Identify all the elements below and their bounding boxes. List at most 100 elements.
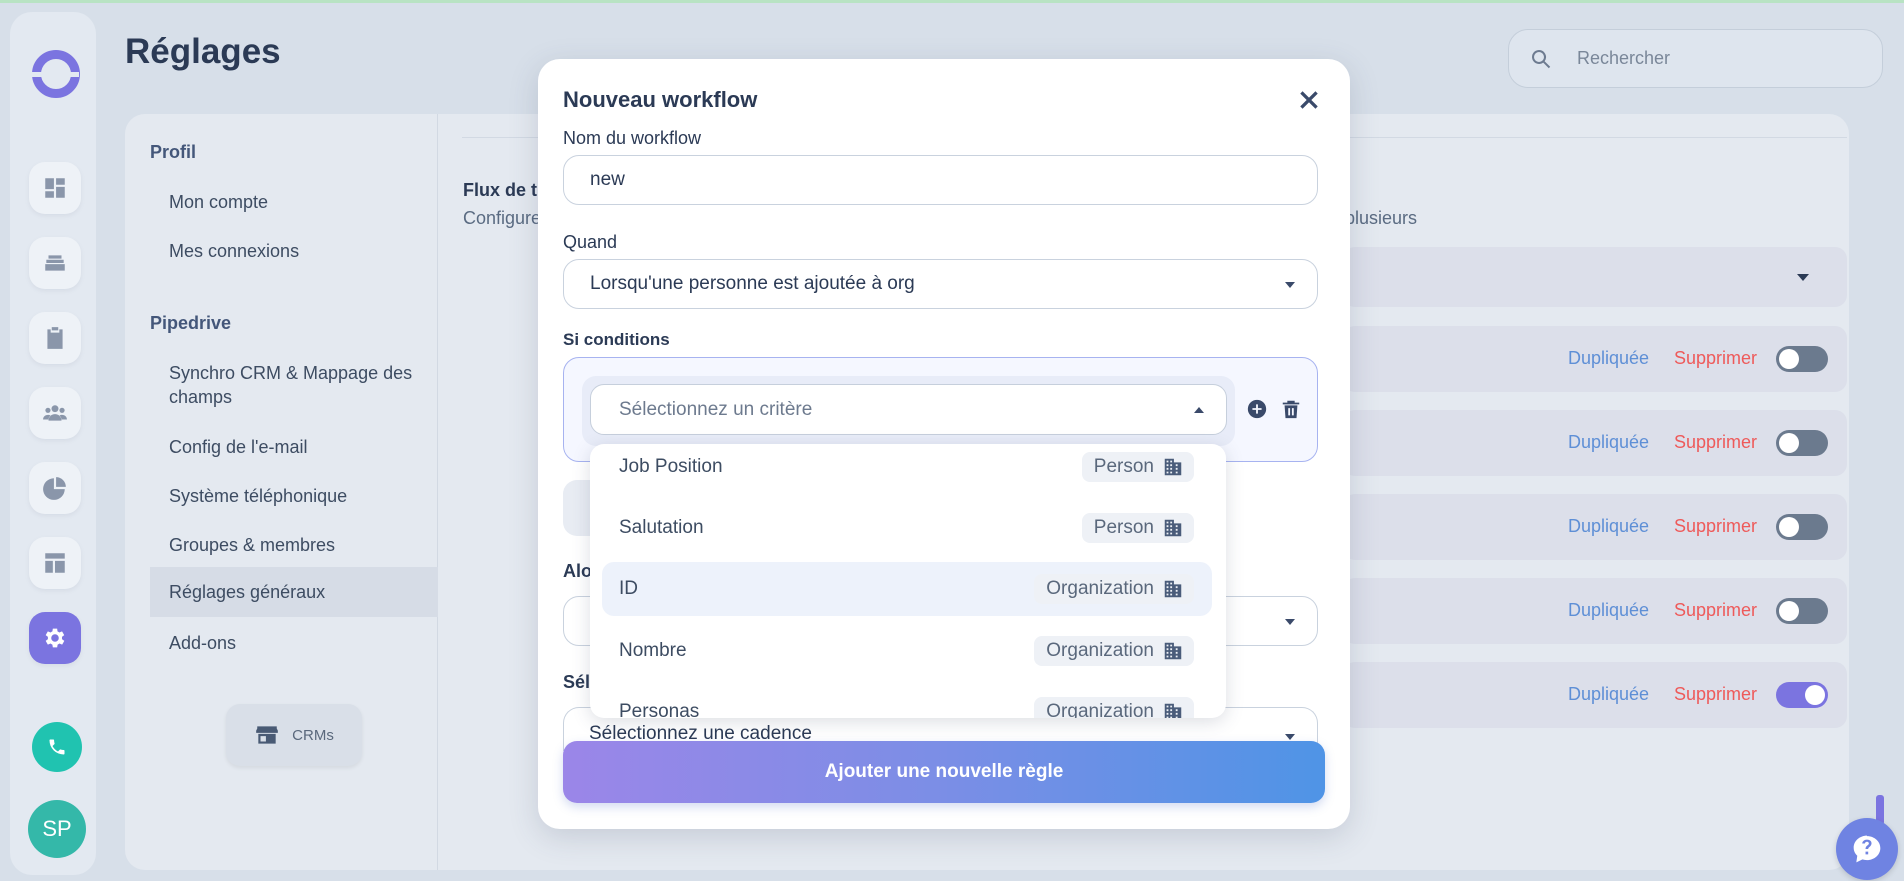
when-select-value: Lorsqu'une personne est ajoutée à org (590, 273, 915, 294)
nav-item-groupes-membres[interactable]: Groupes & membres (150, 533, 438, 557)
add-condition-icon[interactable] (1246, 398, 1268, 420)
dropdown-option-highlighted[interactable]: ID Organization (602, 562, 1212, 616)
dropdown-option[interactable]: Salutation Person (602, 501, 1212, 555)
option-tag-label: Organization (1046, 640, 1154, 661)
conditions-label: Si conditions (563, 330, 670, 349)
when-select[interactable]: Lorsqu'une personne est ajoutée à org (563, 259, 1318, 309)
workflow-toggle[interactable] (1776, 598, 1828, 624)
workflow-toggle[interactable] (1776, 682, 1828, 708)
delete-link[interactable]: Supprimer (1674, 348, 1757, 369)
workflow-row: Dupliquée Supprimer (1343, 578, 1847, 644)
option-tag-label: Organization (1046, 701, 1154, 718)
nav-heading-profil: Profil (150, 142, 197, 162)
duplicate-link[interactable]: Dupliquée (1568, 684, 1649, 705)
trash-icon[interactable] (1280, 398, 1302, 420)
chevron-down-icon (1285, 619, 1295, 625)
workflow-filter-select[interactable] (1343, 247, 1847, 307)
workflow-row: Dupliquée Supprimer (1343, 410, 1847, 476)
add-rule-button[interactable]: Ajouter une nouvelle règle (563, 741, 1325, 803)
dropdown-option[interactable]: Nombre Organization (602, 624, 1212, 678)
pie-chart-icon[interactable] (29, 462, 81, 514)
phone-icon[interactable] (32, 722, 82, 772)
workflow-row: Dupliquée Supprimer (1343, 662, 1847, 728)
criterion-placeholder: Sélectionnez un critère (619, 398, 813, 420)
cadence-label: Sél (563, 672, 591, 692)
dropdown-option[interactable]: Job Position Person (602, 444, 1212, 494)
building-icon (1164, 580, 1182, 598)
clipboard-icon[interactable] (29, 312, 81, 364)
building-icon (1164, 458, 1182, 476)
duplicate-link[interactable]: Dupliquée (1568, 516, 1649, 537)
crms-button[interactable]: CRMs (226, 704, 362, 766)
delete-link[interactable]: Supprimer (1674, 432, 1757, 453)
option-tag: Organization (1034, 574, 1194, 604)
criterion-dropdown: Job Position Person Salutation Person ID… (590, 444, 1226, 718)
nav-item-add-ons[interactable]: Add-ons (150, 631, 438, 655)
nav-heading-pipedrive: Pipedrive (150, 313, 232, 333)
nav-item-reglages-generaux[interactable]: Réglages généraux (150, 567, 438, 617)
close-icon[interactable] (1296, 87, 1322, 113)
workflows-title: Flux de tr (463, 180, 545, 200)
nav-item-mes-connexions[interactable]: Mes connexions (150, 239, 438, 263)
workflow-name-input[interactable]: new (563, 155, 1318, 205)
duplicate-link[interactable]: Dupliquée (1568, 600, 1649, 621)
option-tag: Person (1081, 513, 1194, 543)
when-label: Quand (563, 232, 618, 252)
workflow-row: Dupliquée Supprimer (1343, 326, 1847, 392)
nav-item-mon-compte[interactable]: Mon compte (150, 190, 438, 214)
page-title: Réglages (125, 32, 281, 71)
workflow-toggle[interactable] (1776, 430, 1828, 456)
building-icon (1164, 703, 1182, 718)
criterion-select[interactable]: Sélectionnez un critère (590, 384, 1227, 435)
option-label: Job Position (619, 456, 723, 477)
layout-icon[interactable] (29, 537, 81, 589)
option-label: Salutation (619, 517, 704, 538)
top-accent-line (0, 0, 1904, 3)
crms-button-label: CRMs (292, 726, 334, 744)
inbox-icon[interactable] (29, 237, 81, 289)
dropdown-option[interactable]: Personas Organization (602, 685, 1212, 718)
building-icon (1164, 642, 1182, 660)
duplicate-link[interactable]: Dupliquée (1568, 432, 1649, 453)
building-icon (1164, 519, 1182, 537)
option-tag-label: Person (1093, 456, 1154, 477)
nav-item-synchro-crm[interactable]: Synchro CRM & Mappage des champs (150, 361, 438, 409)
workflow-row: Dupliquée Supprimer (1343, 494, 1847, 560)
help-chat-icon[interactable] (1836, 818, 1898, 880)
workflow-toggle[interactable] (1776, 346, 1828, 372)
search-box[interactable] (1508, 29, 1883, 88)
option-label: Nombre (619, 640, 687, 661)
search-input[interactable] (1577, 48, 1857, 69)
modal-title: Nouveau workflow (563, 87, 758, 112)
user-avatar[interactable]: SP (28, 800, 86, 858)
delete-link[interactable]: Supprimer (1674, 684, 1757, 705)
then-label: Alo (563, 561, 592, 581)
gear-icon[interactable] (29, 612, 81, 664)
nav-item-systeme-telephonique[interactable]: Système téléphonique (150, 484, 438, 508)
criterion-wrapper: Sélectionnez un critère (582, 376, 1235, 446)
store-icon (256, 726, 278, 744)
delete-link[interactable]: Supprimer (1674, 600, 1757, 621)
option-label: ID (619, 578, 638, 599)
duplicate-link[interactable]: Dupliquée (1568, 348, 1649, 369)
workflows-description-end: plusieurs (1345, 208, 1418, 228)
app-sidebar: SP (10, 12, 96, 875)
option-label: Personas (619, 701, 700, 718)
search-icon (1532, 49, 1551, 68)
delete-link[interactable]: Supprimer (1674, 516, 1757, 537)
option-tag: Person (1081, 452, 1194, 482)
settings-nav: Profil Mon compte Mes connexions Pipedri… (125, 114, 438, 870)
option-tag-label: Organization (1046, 578, 1154, 599)
workflow-toggle[interactable] (1776, 514, 1828, 540)
chevron-up-icon (1194, 407, 1204, 413)
nav-item-config-email[interactable]: Config de l'e-mail (150, 435, 438, 459)
app-logo-icon[interactable] (31, 50, 80, 98)
chevron-down-icon (1285, 734, 1295, 740)
option-tag: Organization (1034, 697, 1194, 718)
dashboard-icon[interactable] (29, 162, 81, 214)
team-icon[interactable] (29, 387, 81, 439)
workflows-description: Configure (463, 208, 542, 228)
chevron-down-icon (1285, 282, 1295, 288)
option-tag: Organization (1034, 636, 1194, 666)
option-tag-label: Person (1093, 517, 1154, 538)
